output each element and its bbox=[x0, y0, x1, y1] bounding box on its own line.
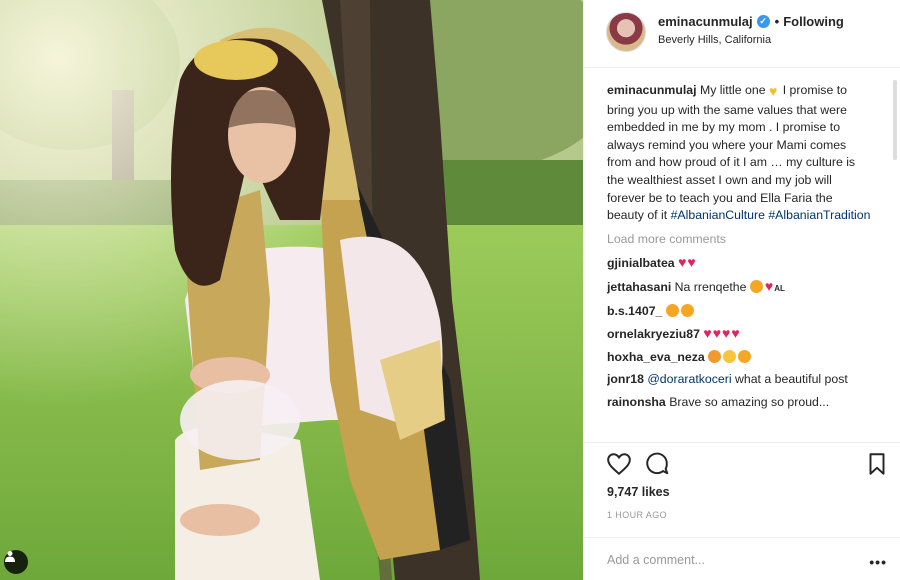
red-heart-icon: ♥ bbox=[731, 325, 740, 342]
tagged-user-button[interactable] bbox=[4, 550, 28, 574]
comment-username[interactable]: ornelakryeziu87 bbox=[607, 327, 700, 341]
location-link[interactable]: Beverly Hills, California bbox=[658, 34, 771, 46]
post-actions: 9,747 likes 1 HOUR AGO ••• bbox=[584, 442, 900, 580]
comment-username[interactable]: jettahasani bbox=[607, 280, 671, 294]
heart-eyes-icon bbox=[738, 349, 752, 363]
cat-heart-eyes-icon bbox=[708, 349, 722, 363]
load-more-comments[interactable]: Load more comments bbox=[607, 231, 872, 249]
username-link[interactable]: eminacunmulaj bbox=[658, 14, 753, 29]
post-header: eminacunmulaj ✓ • Following Beverly Hill… bbox=[584, 0, 900, 68]
avatar[interactable] bbox=[606, 12, 646, 52]
separator-dot: • bbox=[774, 14, 780, 29]
smile-icon bbox=[723, 349, 737, 363]
comment-text: Brave so amazing so proud... bbox=[669, 394, 830, 409]
red-heart-icon: ♥ bbox=[722, 325, 731, 342]
red-heart-icon: ♥ bbox=[712, 325, 722, 342]
comment-text: what a beautiful post bbox=[735, 372, 848, 387]
comment-item: jettahasani Na rrenqethe ♥AL bbox=[607, 278, 872, 298]
comment-item: b.s.1407_ bbox=[607, 303, 872, 321]
comment-text: Na rrenqethe bbox=[674, 279, 747, 294]
likes-count[interactable]: 9,747 likes bbox=[607, 485, 670, 499]
heart-icon bbox=[607, 453, 631, 476]
red-heart-icon: ♥ bbox=[703, 325, 712, 342]
comments-scrollbar[interactable] bbox=[893, 80, 897, 160]
red-heart-icon: ♥ bbox=[764, 277, 774, 294]
comment-item: jonr18 @doraratkoceri what a beautiful p… bbox=[607, 371, 872, 389]
comment-username[interactable]: hoxha_eva_neza bbox=[607, 350, 705, 364]
mention-link[interactable]: @doraratkoceri bbox=[647, 372, 731, 386]
comment-username[interactable]: gjinialbatea bbox=[607, 256, 675, 270]
red-heart-icon: ♥ bbox=[678, 254, 687, 271]
hashtag-link[interactable]: #AlbanianTradition bbox=[768, 208, 870, 222]
comment-button[interactable] bbox=[644, 451, 670, 477]
heart-eyes-icon bbox=[665, 303, 679, 317]
save-button[interactable] bbox=[864, 451, 890, 477]
post-side-panel: eminacunmulaj ✓ • Following Beverly Hill… bbox=[583, 0, 900, 580]
comments-list[interactable]: eminacunmulaj My little one ♥ I promise … bbox=[607, 82, 872, 442]
photo-illustration bbox=[0, 0, 583, 580]
username-row: eminacunmulaj ✓ • Following bbox=[658, 14, 844, 29]
following-button[interactable]: Following bbox=[783, 14, 844, 29]
bookmark-icon bbox=[869, 453, 885, 475]
comment-item: gjinialbatea ♥♥ bbox=[607, 254, 872, 273]
comment-username[interactable]: jonr18 bbox=[607, 372, 644, 386]
caption-username[interactable]: eminacunmulaj bbox=[607, 83, 697, 97]
heart-eyes-icon bbox=[680, 303, 694, 317]
post-photo[interactable] bbox=[0, 0, 583, 580]
more-options-button[interactable]: ••• bbox=[869, 554, 887, 570]
comment-bubble-icon bbox=[646, 452, 669, 475]
caption-text-2: I promise to bring you up with the same … bbox=[607, 83, 856, 223]
caption-text-1: My little one bbox=[699, 83, 769, 97]
heart-eyes-icon bbox=[749, 279, 763, 293]
comment-item: hoxha_eva_neza bbox=[607, 349, 872, 367]
hashtag-link[interactable]: #AlbanianCulture bbox=[671, 208, 765, 222]
comment-item: ornelakryeziu87 ♥♥♥♥ bbox=[607, 325, 872, 344]
yellow-heart-icon: ♥ bbox=[768, 83, 778, 99]
comment-username[interactable]: b.s.1407_ bbox=[607, 304, 662, 318]
timestamp[interactable]: 1 HOUR AGO bbox=[607, 510, 667, 520]
comment-suffix: AL bbox=[774, 283, 785, 293]
add-comment-bar: ••• bbox=[584, 537, 900, 580]
red-heart-icon: ♥ bbox=[687, 254, 696, 271]
verified-badge-icon: ✓ bbox=[756, 15, 770, 28]
person-icon bbox=[5, 551, 15, 562]
caption: eminacunmulaj My little one ♥ I promise … bbox=[607, 82, 872, 225]
like-button[interactable] bbox=[606, 451, 632, 477]
add-comment-input[interactable] bbox=[607, 550, 837, 570]
comment-item: rainonsha Brave so amazing so proud... bbox=[607, 394, 872, 412]
comment-username[interactable]: rainonsha bbox=[607, 395, 666, 409]
